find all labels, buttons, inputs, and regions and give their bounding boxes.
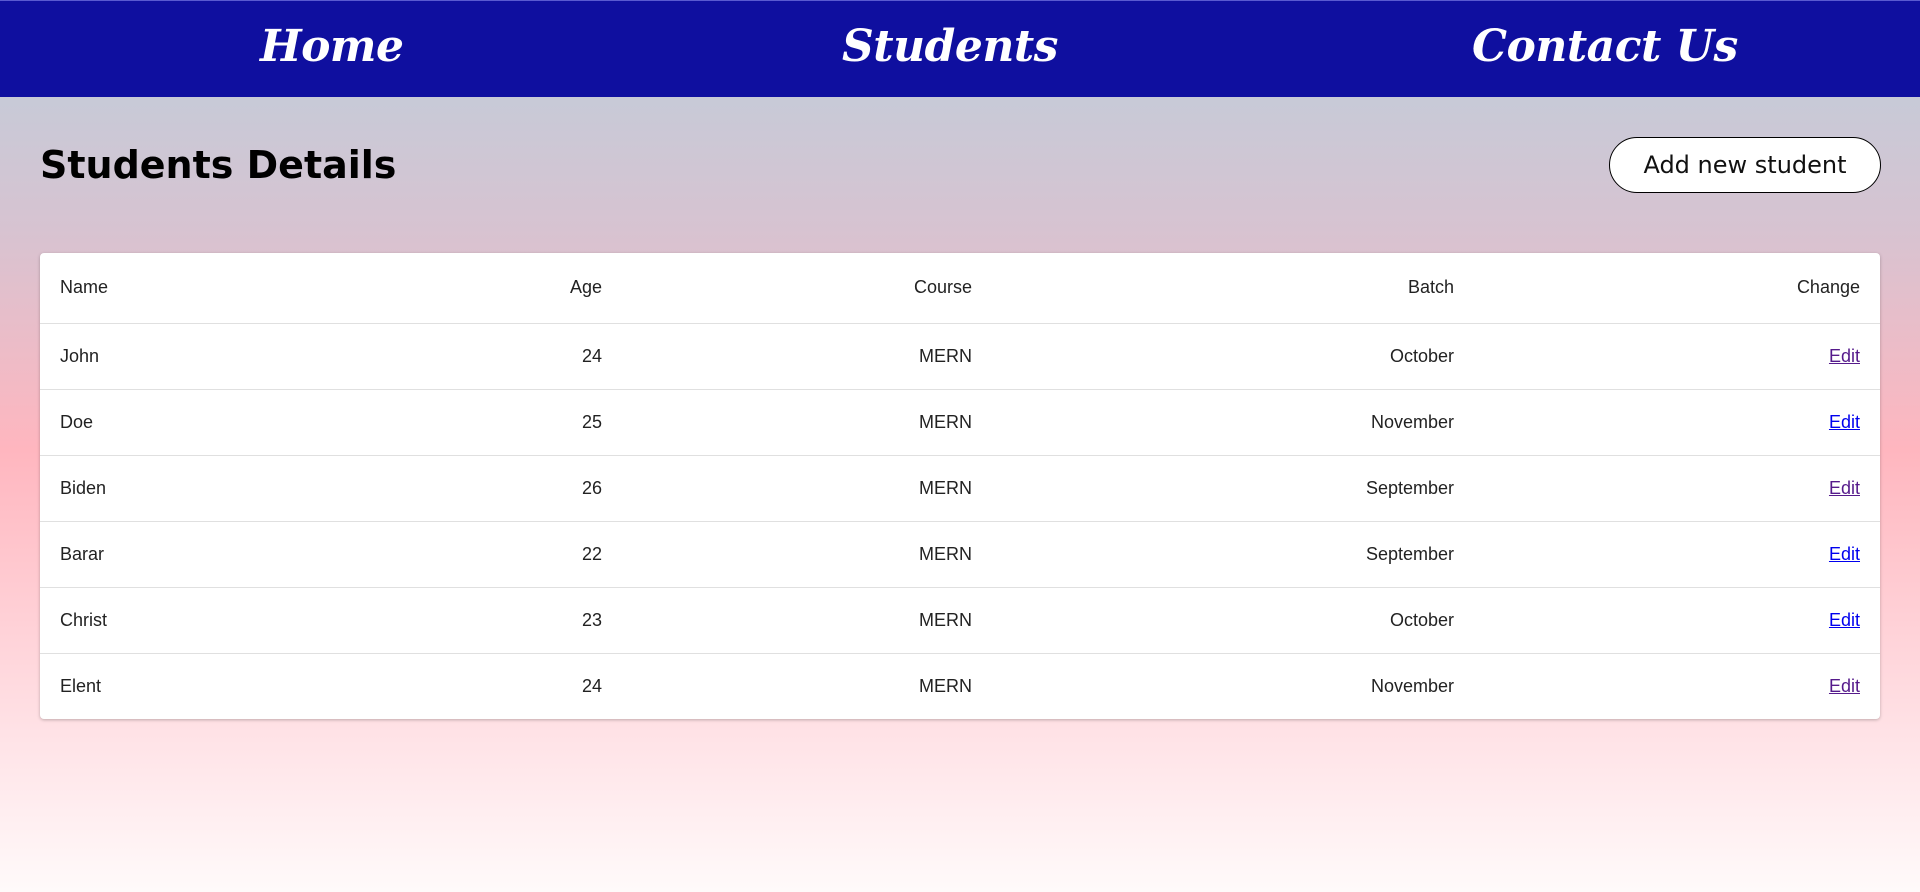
cell-age: 22 [340, 521, 622, 588]
page-title: Students Details [40, 143, 397, 187]
cell-change: Edit [1474, 653, 1880, 719]
cell-batch: September [992, 521, 1474, 588]
edit-link[interactable]: Edit [1829, 544, 1860, 564]
cell-batch: October [992, 587, 1474, 654]
table-header-row: Name Age Course Batch Change [40, 253, 1880, 324]
header-course: Course [622, 253, 992, 324]
cell-name: Doe [40, 389, 340, 456]
cell-course: MERN [622, 587, 992, 654]
cell-change: Edit [1474, 323, 1880, 390]
edit-link[interactable]: Edit [1829, 610, 1860, 630]
header-age: Age [340, 253, 622, 324]
cell-change: Edit [1474, 389, 1880, 456]
table-row: Christ 23 MERN October Edit [40, 587, 1880, 654]
edit-link[interactable]: Edit [1829, 676, 1860, 696]
cell-age: 24 [340, 323, 622, 390]
cell-name: Barar [40, 521, 340, 588]
add-new-student-button[interactable]: Add new student [1609, 137, 1881, 193]
cell-change: Edit [1474, 521, 1880, 588]
cell-age: 26 [340, 455, 622, 522]
cell-batch: November [1370, 675, 1454, 696]
cell-age: 24 [581, 675, 602, 696]
edit-link[interactable]: Edit [1829, 346, 1860, 366]
cell-age: 23 [340, 587, 622, 654]
top-navbar: Home Students Contact Us [0, 0, 1920, 97]
cell-name: Biden [40, 455, 340, 522]
edit-link[interactable]: Edit [1829, 478, 1860, 498]
nav-link-contact-us[interactable]: Contact Us [1472, 19, 1738, 75]
cell-age: 25 [340, 389, 622, 456]
header-change: Change [1474, 253, 1880, 324]
cell-name: Elent [60, 675, 102, 696]
students-table: Name Age Course Batch Change John 24 MER… [40, 253, 1880, 719]
cell-change: Edit [1474, 587, 1880, 654]
cell-course: MERN [919, 675, 972, 696]
nav-link-home[interactable]: Home [260, 19, 404, 75]
table-row: Biden 26 MERN September Edit [40, 455, 1880, 522]
cell-course: MERN [622, 323, 992, 390]
cell-course: MERN [622, 521, 992, 588]
edit-link[interactable]: Edit [1829, 412, 1860, 432]
nav-link-students[interactable]: Students [842, 19, 1058, 75]
table-row: Barar 22 MERN September Edit [40, 521, 1880, 588]
cell-name: John [40, 323, 340, 390]
table-row: Doe 25 MERN November Edit [40, 389, 1880, 456]
table-row: John 24 MERN October Edit [40, 323, 1880, 390]
header-batch: Batch [992, 253, 1474, 324]
cell-change: Edit [1474, 455, 1880, 522]
cell-name: Christ [40, 587, 340, 654]
header-name: Name [40, 253, 340, 324]
cell-course: MERN [622, 455, 992, 522]
table-row: Elent 24 MERN November Edit [40, 653, 1880, 719]
students-table-card: Name Age Course Batch Change John 24 MER… [40, 253, 1880, 719]
cell-batch: October [992, 323, 1474, 390]
cell-course: MERN [622, 389, 992, 456]
cell-batch: September [992, 455, 1474, 522]
cell-batch: November [992, 389, 1474, 456]
